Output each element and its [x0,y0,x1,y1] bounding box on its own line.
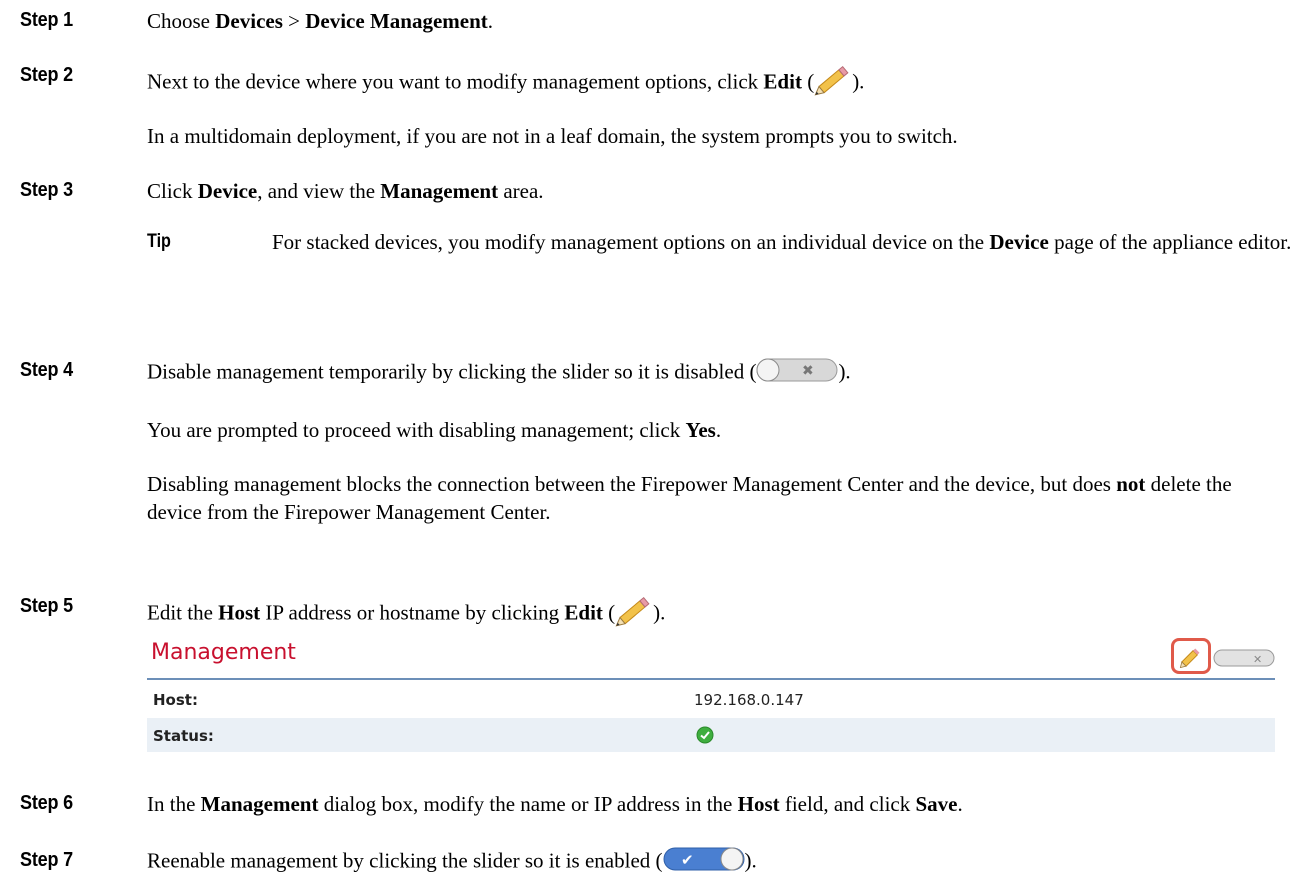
step-1-text: Choose Devices > Device Management. [147,9,494,33]
management-toggle[interactable]: ✕ [1213,648,1275,674]
management-title: Management [151,640,296,665]
tip-label: Tip [147,231,171,252]
svg-text:✕: ✕ [1253,653,1262,666]
svg-text:✔: ✔ [681,851,694,869]
tip-text: For stacked devices, you modify manageme… [272,230,1292,254]
step-label: Step 7 [20,849,73,871]
step-4-note: Disabling management blocks the connecti… [147,472,1232,524]
edit-pencil-icon[interactable] [1179,646,1203,674]
step-2-continuation: In a multidomain deployment, if you are … [147,124,958,148]
step-3-text: Click Device, and view the Management ar… [147,179,544,203]
check-circle-icon [696,726,714,748]
slider-enabled-icon: ✔ [663,846,745,879]
step-label: Step 6 [20,792,73,814]
step-label: Step 2 [20,64,73,86]
svg-text:✖: ✖ [802,363,814,379]
step-5-text: Edit the Host IP address or hostname by … [147,593,665,636]
pencil-icon [615,593,653,636]
step-4-continuation: You are prompted to proceed with disabli… [147,418,722,442]
status-row: Status: [147,718,1275,752]
host-label: Host: [153,691,198,709]
step-label: Step 1 [20,9,73,31]
status-label: Status: [153,727,214,745]
management-panel: Management ✕ Host: 192.168.0.147 Status: [147,638,1275,752]
pencil-icon [814,62,852,105]
host-value: 192.168.0.147 [694,691,804,709]
host-row: Host: 192.168.0.147 [147,682,1275,716]
step-7-text: Reenable management by clicking the slid… [147,846,757,879]
step-4-text: Disable management temporarily by clicki… [147,357,851,390]
step-2-text: Next to the device where you want to mod… [147,62,864,105]
step-label: Step 4 [20,359,73,381]
slider-disabled-icon: ✖ [756,357,838,390]
step-label: Step 3 [20,179,73,201]
title-rule [147,678,1275,680]
step-label: Step 5 [20,595,73,617]
step-6-text: In the Management dialog box, modify the… [147,792,963,816]
